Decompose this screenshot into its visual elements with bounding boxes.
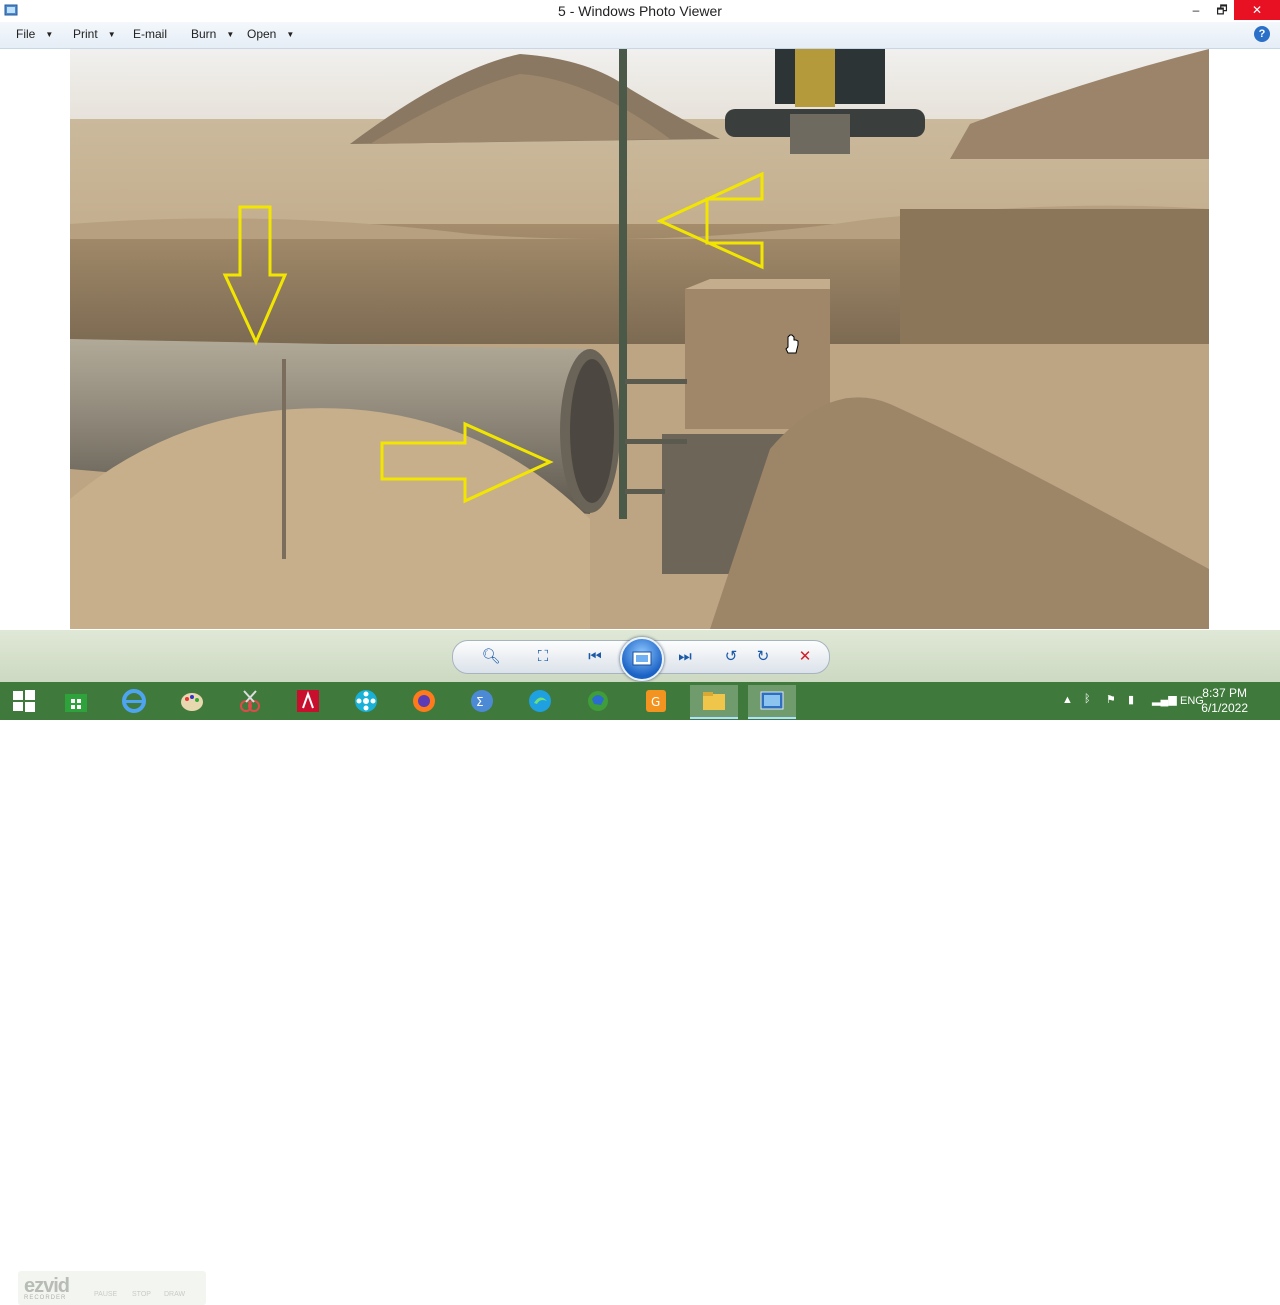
rotate-counterclockwise-icon[interactable]: ↺ xyxy=(717,645,745,669)
film-reel-icon xyxy=(355,690,377,712)
taskbar-paint[interactable] xyxy=(168,685,216,717)
taskbar-autocad[interactable] xyxy=(284,685,332,717)
title-bar: 5 - Windows Photo Viewer ‒ 🗗 ✕ xyxy=(0,0,1280,22)
store-icon xyxy=(65,694,87,712)
menu-bar: File ▼ Print ▼ E-mail Burn ▼ Open ▼ ? xyxy=(0,22,1280,49)
snipping-tool-icon xyxy=(240,690,260,712)
previous-icon[interactable]: ⏮ xyxy=(581,645,609,669)
ezvid-draw-button[interactable]: DRAW xyxy=(164,1291,185,1298)
displayed-photo[interactable] xyxy=(70,49,1209,629)
next-icon[interactable]: ⏭ xyxy=(671,645,699,669)
folder-icon xyxy=(703,692,725,710)
rotate-clockwise-icon[interactable]: ↻ xyxy=(749,645,777,669)
taskbar-file-explorer[interactable] xyxy=(690,685,738,719)
start-button[interactable] xyxy=(0,685,48,717)
bluetooth-icon[interactable]: ᛒ xyxy=(1084,693,1091,731)
edge-icon xyxy=(529,690,551,712)
minimize-button[interactable]: ‒ xyxy=(1182,0,1210,20)
ezvid-recorder-overlay: ezvid RECORDER PAUSE STOP DRAW xyxy=(18,1271,206,1305)
language-indicator[interactable]: ENG xyxy=(1180,695,1204,733)
system-clock[interactable]: 8:37 PM 6/1/2022 xyxy=(1201,686,1248,716)
slideshow-icon xyxy=(632,651,652,666)
firefox-icon xyxy=(413,690,435,712)
maximize-button[interactable]: 🗗 xyxy=(1208,0,1236,20)
windows-logo-icon xyxy=(13,690,35,712)
autocad-icon xyxy=(297,690,319,712)
chevron-down-icon: ▼ xyxy=(286,30,295,39)
taskbar-internet-explorer[interactable] xyxy=(110,685,158,717)
taskbar-video-editor[interactable] xyxy=(342,685,390,717)
photo-viewer-area xyxy=(0,49,1280,630)
file-menu[interactable]: File ▼ xyxy=(16,27,53,41)
globe-icon xyxy=(588,691,608,711)
burn-menu[interactable]: Burn ▼ xyxy=(191,27,234,41)
open-menu[interactable]: Open ▼ xyxy=(247,27,294,41)
taskbar-calculator[interactable]: Σ xyxy=(458,685,506,717)
delete-icon[interactable]: ✕ xyxy=(791,645,819,669)
taskbar-snipping-tool[interactable] xyxy=(226,685,274,717)
taskbar-globe-app[interactable] xyxy=(574,685,622,717)
internet-explorer-icon xyxy=(122,689,146,713)
clock-date: 6/1/2022 xyxy=(1201,701,1248,715)
flag-icon[interactable]: ⚑ xyxy=(1106,693,1116,731)
battery-icon[interactable]: ▮ xyxy=(1128,693,1134,731)
construction-site-photo xyxy=(70,49,1209,629)
ezvid-sublabel: RECORDER xyxy=(24,1295,67,1301)
taskbar-edge[interactable] xyxy=(516,685,564,717)
chevron-down-icon: ▼ xyxy=(107,30,116,39)
clock-time: 8:37 PM xyxy=(1202,686,1247,700)
ezvid-stop-button[interactable]: STOP xyxy=(132,1291,151,1298)
taskbar-firefox[interactable] xyxy=(400,685,448,717)
windows-taskbar: Σ G ▲ ᛒ ⚑ ▮ ▂▄▆ ENG 8:37 PM 6/1/2022 xyxy=(0,682,1280,720)
taskbar-store[interactable] xyxy=(52,685,100,717)
file-menu-label: File xyxy=(16,27,36,41)
open-menu-label: Open xyxy=(247,27,277,41)
ezvid-pause-button[interactable]: PAUSE xyxy=(94,1291,117,1298)
math-sigma-icon: Σ xyxy=(471,690,493,712)
email-menu[interactable]: E-mail xyxy=(133,27,167,41)
burn-menu-label: Burn xyxy=(191,27,217,41)
paint-icon xyxy=(181,693,203,711)
zoom-icon[interactable]: 🔍︎ xyxy=(477,645,505,669)
svg-text:Σ: Σ xyxy=(476,695,484,709)
print-menu[interactable]: Print ▼ xyxy=(73,27,116,41)
print-menu-label: Print xyxy=(73,27,98,41)
chevron-down-icon: ▼ xyxy=(45,30,54,39)
email-menu-label: E-mail xyxy=(133,27,168,41)
show-hidden-icons[interactable]: ▲ xyxy=(1062,694,1073,732)
network-icon[interactable]: ▂▄▆ xyxy=(1152,693,1177,731)
photo-viewer-icon xyxy=(760,691,784,710)
slideshow-button[interactable] xyxy=(620,637,664,681)
actual-size-icon[interactable]: ⛶ xyxy=(529,645,557,669)
taskbar-pdf-app[interactable]: G xyxy=(632,685,680,717)
help-icon[interactable]: ? xyxy=(1254,26,1270,42)
pdf-icon: G xyxy=(646,690,666,712)
svg-text:G: G xyxy=(651,695,660,709)
close-button[interactable]: ✕ xyxy=(1234,0,1280,20)
chevron-down-icon: ▼ xyxy=(226,30,235,39)
taskbar-photo-viewer[interactable] xyxy=(748,685,796,719)
window-title: 5 - Windows Photo Viewer xyxy=(558,3,722,19)
